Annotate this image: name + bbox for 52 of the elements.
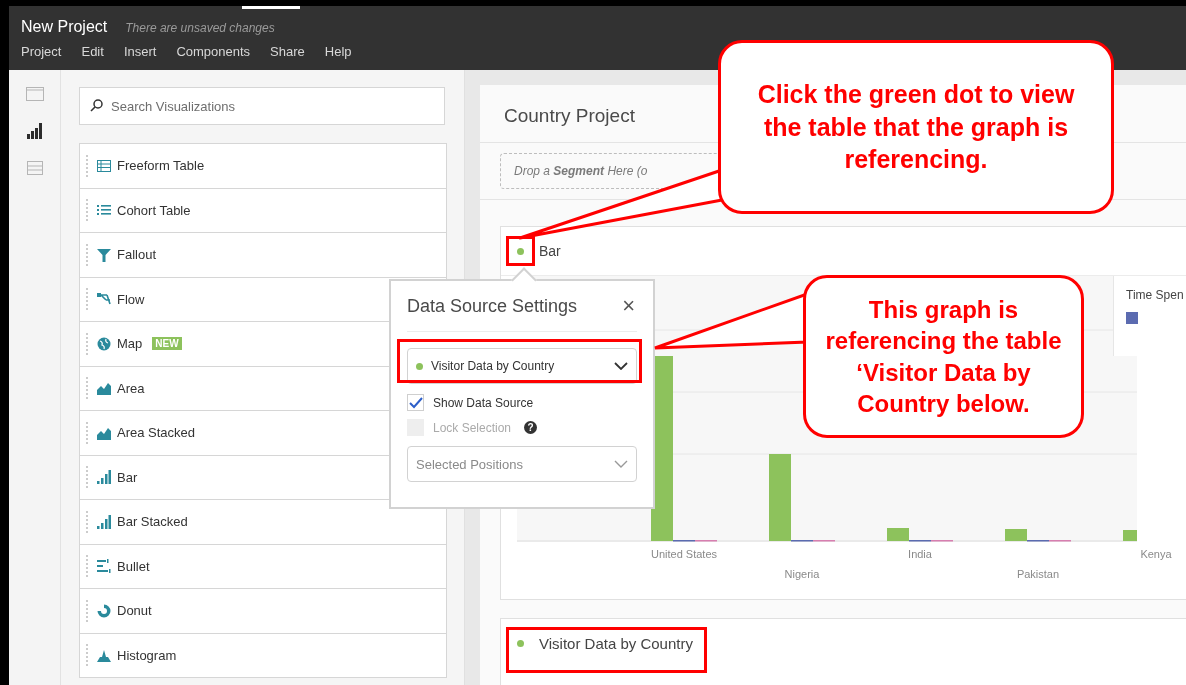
visualization-item[interactable]: Bullet [80,544,446,589]
visualization-item[interactable]: Freeform Table [80,144,446,189]
bar-icon [97,470,111,485]
checkbox[interactable] [407,394,424,411]
panel-icon[interactable] [25,87,44,101]
visualization-item[interactable]: Histogram [80,633,446,678]
axis-label: India [908,548,932,560]
bar-chart-icon[interactable] [26,123,43,139]
menu-item[interactable]: Project [21,44,62,59]
bullet-icon [97,559,111,574]
data-source-dot [416,362,423,370]
callout: Click the green dot to view the table that the graph is referencing. [718,40,1114,214]
callout: This graph is referencing the table ‘Visitor Data by Country below. [803,275,1084,438]
table-icon [97,158,111,173]
bar-icon [97,514,111,529]
axis-label: Nigeria [784,568,820,580]
visualization-item[interactable]: Donut [80,589,446,634]
menu-item[interactable]: Insert [123,44,157,59]
search-field[interactable]: Search Visualizations [79,87,445,125]
panel-title: Bar [539,243,561,259]
globe-icon [97,336,111,351]
unsaved-status: There are unsaved changes [125,21,275,35]
axis-label: Pakistan [1016,568,1060,580]
chevron-down-icon [614,362,628,370]
menu-item[interactable]: Components [176,44,251,59]
data-source-dot[interactable] [517,247,524,255]
funnel-icon [97,247,111,262]
data-source-dropdown[interactable]: Visitor Data by Country [407,348,637,384]
project-title: New Project [21,18,108,36]
close-button[interactable]: × [620,293,637,319]
donut-icon [97,603,111,618]
positions-dropdown[interactable]: Selected Positions [407,446,637,482]
list-icon [97,203,111,218]
data-source-dot[interactable] [517,639,524,647]
legend-swatch [1126,312,1138,324]
menu-item[interactable]: Share [270,44,305,59]
search-icon [90,99,103,112]
menu-item[interactable]: Help [324,44,352,59]
chevron-down-icon [614,460,628,468]
bar [1123,530,1137,541]
legend-label: Time Spen [1126,288,1185,302]
area-icon [97,381,111,396]
flow-icon [97,292,111,307]
menu-item[interactable]: Edit [81,44,104,59]
visualization-item[interactable]: Fallout [80,233,446,278]
area-icon [97,425,111,440]
panel-title: Visitor Data by Country [539,634,693,652]
new-badge: NEW [152,337,182,351]
visualization-item[interactable]: Cohort Table [80,188,446,233]
axis-label: United States [651,548,717,560]
table-icon[interactable] [26,161,43,175]
axis-label: Kenya [1140,548,1172,560]
